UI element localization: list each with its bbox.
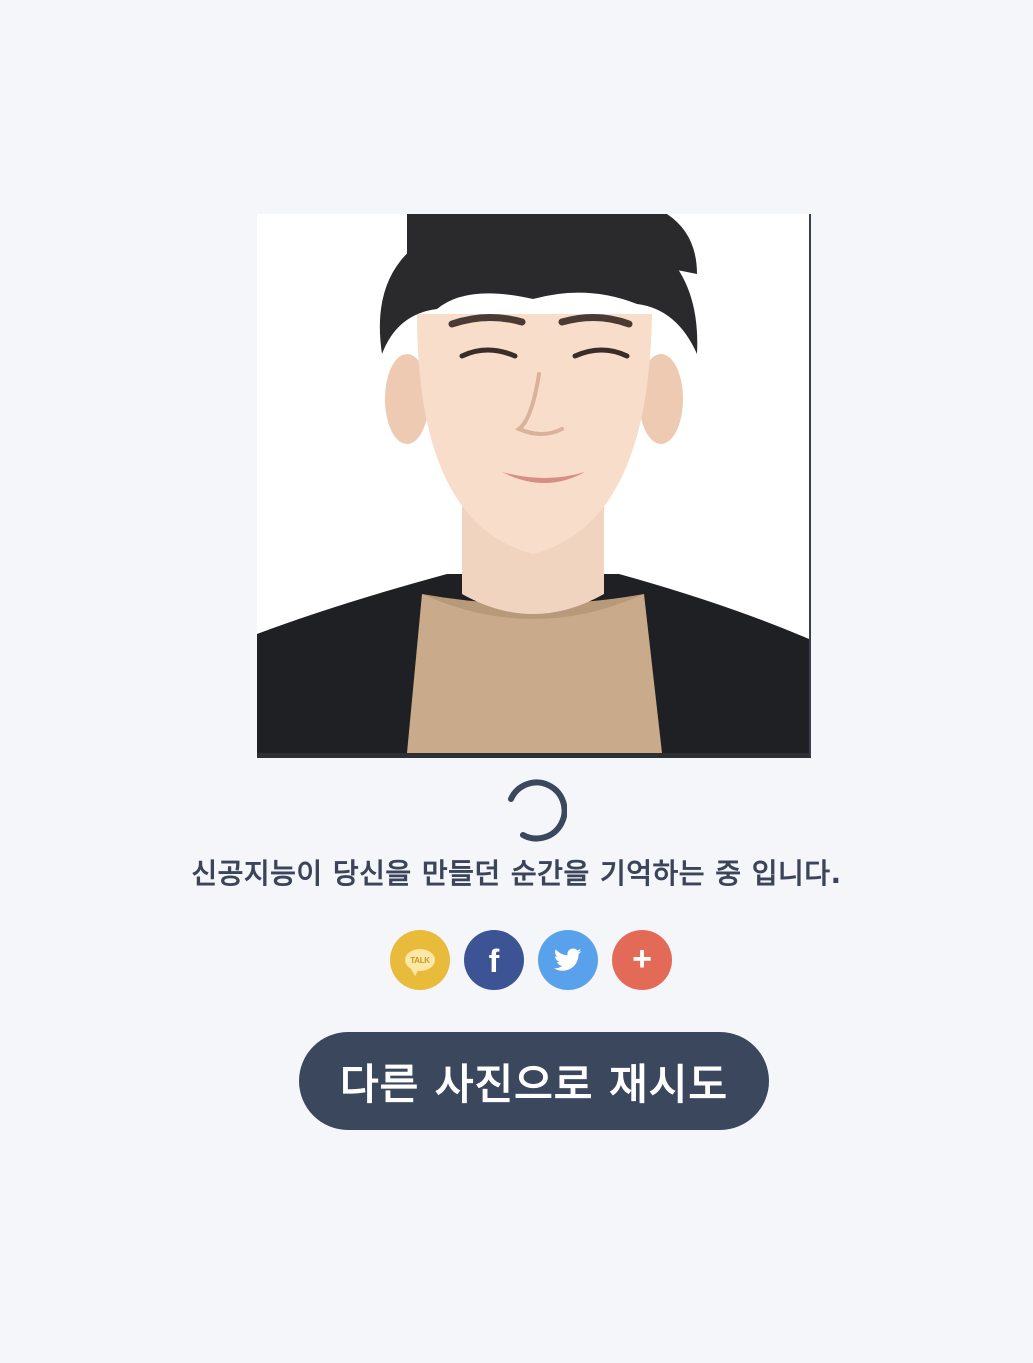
kakaotalk-label: TALK xyxy=(410,955,430,965)
loading-spinner-icon xyxy=(508,779,567,842)
kakaotalk-share-button[interactable]: TALK xyxy=(390,930,450,990)
more-share-button[interactable]: + xyxy=(612,930,672,990)
portrait-image xyxy=(257,214,809,753)
twitter-icon xyxy=(554,948,582,971)
facebook-share-button[interactable]: f xyxy=(464,930,524,990)
retry-with-other-photo-button[interactable]: 다른 사진으로 재시도 xyxy=(299,1032,769,1130)
loading-status-text: 신공지능이 당신을 만들던 순간을 기억하는 중 입니다. xyxy=(191,857,842,890)
portrait-photo xyxy=(257,214,811,758)
share-buttons: TALK f + xyxy=(390,930,672,990)
page: 신공지능이 당신을 만들던 순간을 기억하는 중 입니다. TALK f + 다… xyxy=(0,0,1033,1363)
plus-icon: + xyxy=(632,940,652,978)
facebook-icon: f xyxy=(488,943,500,979)
twitter-share-button[interactable] xyxy=(538,930,598,990)
kakaotalk-icon: TALK xyxy=(405,949,435,976)
